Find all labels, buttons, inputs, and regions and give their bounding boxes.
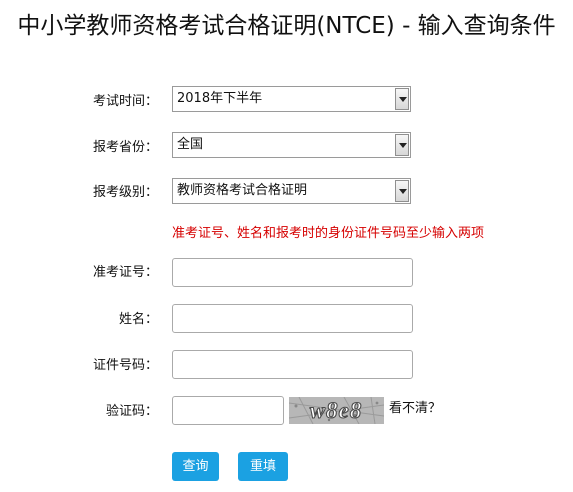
captcha-refresh-link[interactable]: 看不清？	[389, 399, 441, 419]
page-title: 中小学教师资格考试合格证明(NTCE) - 输入查询条件	[17, 13, 556, 39]
query-button[interactable]: 查询	[172, 452, 219, 481]
chevron-down-icon[interactable]	[395, 180, 409, 202]
exam-time-select[interactable]: 2018年下半年	[172, 86, 411, 112]
captcha-text: w8e8	[310, 398, 363, 423]
admission-no-label: 准考证号：	[92, 265, 158, 280]
exam-time-value: 2018年下半年	[177, 91, 263, 106]
captcha-label: 验证码：	[105, 404, 158, 419]
province-select[interactable]: 全国	[172, 132, 411, 158]
captcha-noise: w8e8	[289, 397, 384, 424]
reset-button[interactable]: 重填	[238, 452, 288, 481]
chevron-down-icon[interactable]	[395, 88, 409, 110]
name-input[interactable]	[172, 304, 413, 333]
captcha-image[interactable]: w8e8	[289, 397, 384, 424]
exam-time-label: 考试时间：	[92, 94, 158, 109]
id-no-label: 证件号码：	[92, 358, 158, 373]
level-select[interactable]: 教师资格考试合格证明	[172, 178, 411, 204]
level-label: 报考级别：	[92, 185, 158, 200]
admission-no-input[interactable]	[172, 258, 413, 287]
input-hint: 准考证号、姓名和报考时的身份证件号码至少输入两项	[172, 226, 485, 241]
id-no-input[interactable]	[172, 350, 413, 379]
level-value: 教师资格考试合格证明	[177, 183, 308, 198]
captcha-input[interactable]	[172, 396, 284, 425]
name-label: 姓名：	[118, 312, 158, 327]
province-value: 全国	[177, 137, 204, 152]
province-label: 报考省份：	[92, 140, 158, 155]
chevron-down-icon[interactable]	[395, 134, 409, 156]
